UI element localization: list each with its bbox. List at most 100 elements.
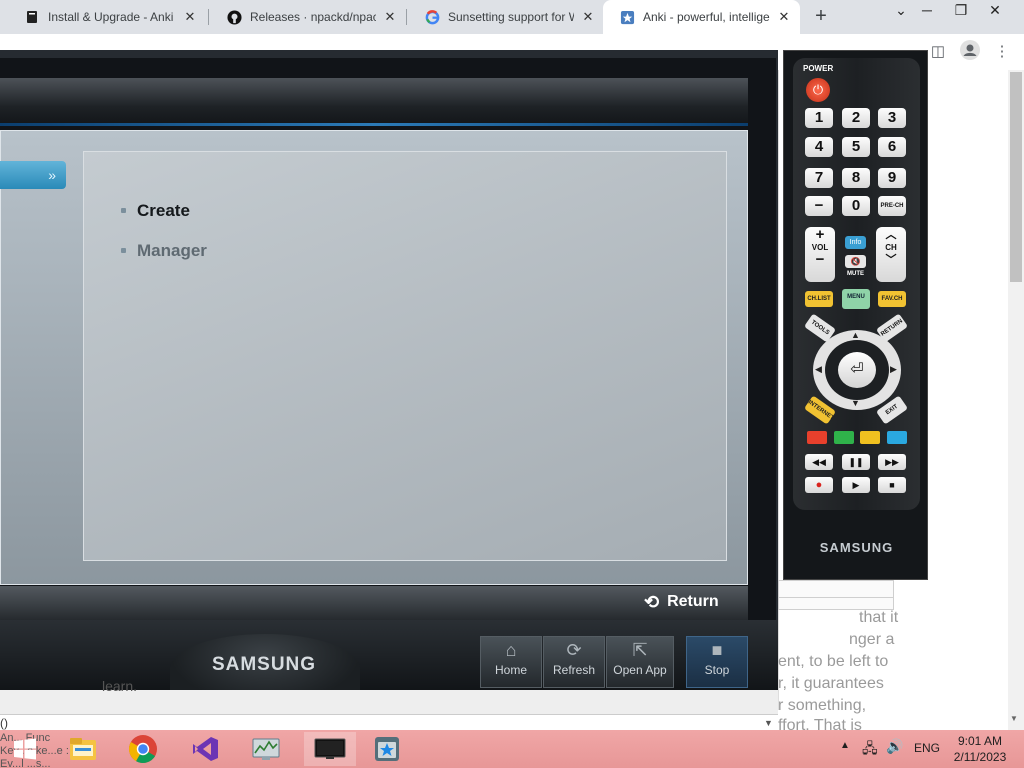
remote-digit-0[interactable]: 0 [842, 196, 870, 216]
open-app-button[interactable]: ⇱ Open App [606, 636, 674, 688]
start-button[interactable] [2, 732, 48, 766]
new-tab-button[interactable]: + [809, 5, 833, 29]
volume-rocker[interactable]: + VOL − [805, 227, 835, 282]
menu-item-create[interactable]: Create [137, 201, 190, 221]
dpad-down-icon[interactable]: ▼ [851, 398, 860, 408]
chrome-icon [129, 735, 157, 763]
volume-up-icon[interactable]: + [805, 227, 835, 243]
remote-digit-2[interactable]: 2 [842, 108, 870, 128]
menu-button[interactable]: MENU [842, 289, 870, 309]
fav-ch-button[interactable]: FAV.CH [878, 291, 906, 307]
tab-sunsetting-support[interactable]: Sunsetting support for Windows ✕ [408, 0, 604, 34]
menu-side-tab[interactable]: » [0, 161, 66, 189]
yellow-button[interactable] [860, 431, 880, 444]
play-icon[interactable]: ▶ [842, 477, 870, 493]
dpad-right-icon[interactable]: ▶ [890, 364, 897, 375]
close-icon[interactable]: ✕ [580, 9, 596, 25]
channel-rocker[interactable]: ︿ CH ﹀ [876, 227, 906, 282]
red-button[interactable] [807, 431, 827, 444]
network-icon[interactable]: 🖧 [862, 738, 878, 762]
page-text-fragment: learn. [102, 678, 138, 692]
file-explorer-icon [70, 738, 96, 760]
volume-down-icon[interactable]: − [805, 252, 835, 268]
remote-digit-8[interactable]: 8 [842, 168, 870, 188]
show-hidden-icons-chevron-icon[interactable]: ▲ [840, 740, 850, 751]
google-icon [424, 9, 440, 25]
chrome-button[interactable] [120, 732, 166, 766]
close-window-icon[interactable]: ✕ [978, 0, 1012, 30]
page-text-line: nger a [849, 631, 895, 648]
github-icon [226, 9, 242, 25]
fast-forward-icon[interactable]: ▶▶ [878, 454, 906, 470]
stop-media-icon[interactable]: ■ [878, 477, 906, 493]
tab-title: Sunsetting support for Windows [448, 10, 574, 24]
record-icon[interactable]: ● [805, 477, 833, 493]
blue-button[interactable] [887, 431, 907, 444]
profile-icon[interactable] [958, 40, 982, 64]
return-button[interactable]: ⟲ Return [644, 590, 719, 614]
page-text-line: ent, to be left to [778, 653, 889, 670]
channel-down-icon[interactable]: ﹀ [876, 252, 906, 268]
volume-icon[interactable]: 🔊 [886, 738, 903, 755]
minimize-icon[interactable]: ─ [910, 0, 944, 30]
refresh-button[interactable]: ⟳ Refresh [543, 636, 605, 688]
clock-date[interactable]: 2/11/2023 [950, 750, 1010, 764]
close-icon[interactable]: ✕ [382, 9, 398, 25]
performance-monitor-icon [252, 738, 280, 760]
remote-digit-7[interactable]: 7 [805, 168, 833, 188]
enter-button[interactable]: ⏎ [838, 352, 876, 388]
remote-digit-3[interactable]: 3 [878, 108, 906, 128]
remote-digit-9[interactable]: 9 [878, 168, 906, 188]
emulator-horizontal-bar [0, 690, 778, 714]
home-button[interactable]: ⌂ Home [480, 636, 542, 688]
visual-studio-button[interactable] [182, 732, 228, 766]
stop-button[interactable]: ■ Stop [686, 636, 748, 688]
performance-monitor-button[interactable] [243, 732, 289, 766]
pre-ch-button[interactable]: PRE-CH [878, 196, 906, 216]
scroll-down-icon[interactable]: ▼ [1010, 714, 1018, 723]
close-icon[interactable]: ✕ [182, 9, 198, 25]
remote-digit-4[interactable]: 4 [805, 137, 833, 157]
scroll-down-icon[interactable]: ▼ [764, 718, 773, 728]
dpad-left-icon[interactable]: ◀ [815, 364, 822, 375]
menu-item-manager[interactable]: Manager [137, 241, 207, 261]
remote-digit-5[interactable]: 5 [842, 137, 870, 157]
star-app-button[interactable] [364, 732, 410, 766]
clock-time[interactable]: 9:01 AM [950, 734, 1010, 748]
stop-icon: ■ [711, 640, 723, 660]
remote-dash-button[interactable]: − [805, 196, 833, 216]
visual-studio-icon [193, 737, 218, 761]
restore-icon[interactable]: ❐ [944, 0, 978, 30]
page-scrollbar-thumb[interactable] [1010, 72, 1022, 282]
menu-kebab-icon[interactable]: ⋮ [990, 40, 1014, 64]
power-button[interactable]: ⏻ [806, 78, 830, 102]
channel-up-icon[interactable]: ︿ [876, 227, 906, 243]
close-icon[interactable]: ✕ [776, 9, 792, 25]
anki-book-icon [24, 9, 40, 25]
green-button[interactable] [834, 431, 854, 444]
tab-anki-manual[interactable]: Install & Upgrade - Anki Manual ✕ [8, 0, 206, 34]
tab-npackd-releases[interactable]: Releases · npackd/npackd-cpp ✕ [210, 0, 406, 34]
rewind-icon[interactable]: ◀◀ [805, 454, 833, 470]
home-label: Home [494, 663, 527, 677]
dpad-up-icon[interactable]: ▲ [851, 330, 860, 340]
remote-digit-6[interactable]: 6 [878, 137, 906, 157]
tab-anki-active[interactable]: Anki - powerful, intelligent flashcards … [603, 0, 800, 34]
tab-title: Install & Upgrade - Anki Manual [48, 10, 176, 24]
start-icon [14, 738, 36, 760]
tv-emulator-taskbar-button[interactable] [304, 732, 356, 766]
side-panel-icon[interactable]: ◫ [926, 40, 950, 64]
pause-icon[interactable]: ❚❚ [842, 454, 870, 470]
power-label: POWER [803, 64, 834, 73]
refresh-icon: ⟳ [566, 640, 582, 660]
mute-button[interactable]: 🔇 [845, 255, 866, 268]
language-indicator[interactable]: ENG [914, 741, 940, 755]
remote-samsung-logo: SAMSUNG [819, 540, 894, 555]
file-explorer-button[interactable] [60, 732, 106, 766]
page-text-line: that it [859, 609, 899, 626]
ch-list-button[interactable]: CH.LIST [805, 291, 833, 307]
info-button[interactable]: Info [845, 236, 866, 249]
remote-digit-1[interactable]: 1 [805, 108, 833, 128]
page-text-line: ffort. That is [778, 717, 862, 730]
samsung-logo: SAMSUNG [211, 654, 317, 675]
